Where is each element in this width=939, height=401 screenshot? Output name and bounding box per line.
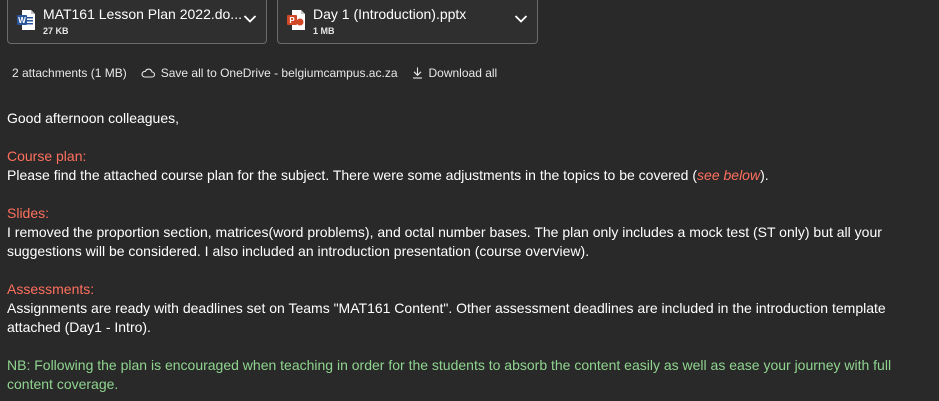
attachment-count: 2 attachments (1 MB) <box>12 66 127 80</box>
attachment-name: MAT161 Lesson Plan 2022.do... <box>43 6 242 22</box>
attachment-size: 27 KB <box>43 26 69 36</box>
download-all-label: Download all <box>428 66 498 80</box>
greeting: Good afternoon colleagues, <box>7 110 180 126</box>
course-plan-heading: Course plan: <box>7 148 87 164</box>
word-icon: W <box>17 10 35 30</box>
slides-heading: Slides: <box>7 205 50 221</box>
attachment-actions-bar: 2 attachments (1 MB) Save all to OneDriv… <box>12 66 497 80</box>
save-to-onedrive-label: Save all to OneDrive - belgiumcampus.ac.… <box>160 66 398 80</box>
chevron-down-icon[interactable] <box>243 14 257 24</box>
attachment-card-day1-pptx[interactable]: P Day 1 (Introduction).pptx 1 MB <box>277 0 538 44</box>
course-plan-text: Please find the attached course plan for… <box>7 167 698 183</box>
assessments-heading: Assessments: <box>7 281 95 297</box>
slides-paragraph: I removed the proportion section, matric… <box>7 224 882 259</box>
course-plan-end: ). <box>760 167 769 183</box>
assessments-paragraph: Assignments are ready with deadlines set… <box>7 300 886 335</box>
svg-text:P: P <box>289 16 295 25</box>
attachment-card-lesson-plan[interactable]: W MAT161 Lesson Plan 2022.do... 27 KB <box>7 0 267 44</box>
see-below-text: see below <box>697 167 761 183</box>
attachment-size: 1 MB <box>313 26 335 36</box>
attachment-list: W MAT161 Lesson Plan 2022.do... 27 KB P … <box>7 0 538 44</box>
course-plan-paragraph: Please find the attached course plan for… <box>7 166 937 185</box>
message-body: Good afternoon colleagues, Course plan: … <box>7 109 937 394</box>
powerpoint-icon: P <box>287 10 305 30</box>
download-all-button[interactable]: Download all <box>412 66 498 80</box>
svg-text:W: W <box>18 16 26 25</box>
cloud-icon <box>141 68 155 78</box>
save-to-onedrive-button[interactable]: Save all to OneDrive - belgiumcampus.ac.… <box>141 66 398 80</box>
nb-paragraph: NB: Following the plan is encouraged whe… <box>7 357 892 392</box>
attachment-name: Day 1 (Introduction).pptx <box>313 6 467 22</box>
chevron-down-icon[interactable] <box>514 14 528 24</box>
download-icon <box>412 67 422 79</box>
